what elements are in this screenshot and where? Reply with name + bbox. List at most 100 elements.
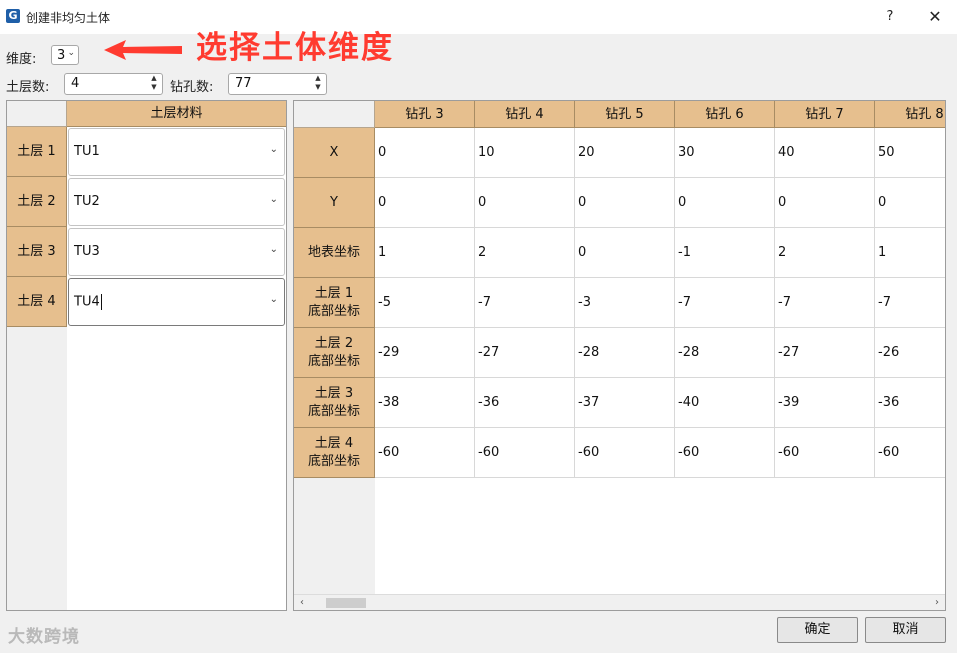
- app-logo-icon: G: [6, 9, 20, 23]
- table-cell[interactable]: -7: [775, 278, 875, 328]
- table-cell[interactable]: 0: [875, 178, 945, 228]
- table-corner: [7, 101, 67, 127]
- dimension-value: 3: [57, 48, 66, 63]
- table-cell[interactable]: 0: [675, 178, 775, 228]
- table-cell[interactable]: -7: [475, 278, 575, 328]
- table-cell[interactable]: 0: [575, 178, 675, 228]
- cancel-button[interactable]: 取消: [865, 617, 946, 643]
- table-cell[interactable]: -37: [575, 378, 675, 428]
- table-cell[interactable]: -60: [675, 428, 775, 478]
- row-header-label: 土层 4 底部坐标: [307, 435, 360, 469]
- table-cell[interactable]: -29: [375, 328, 475, 378]
- material-select[interactable]: TU3 ⌄: [68, 228, 285, 276]
- scrollbar-thumb[interactable]: [326, 598, 366, 608]
- chevron-down-icon: ⌄: [67, 48, 75, 58]
- table-cell[interactable]: -39: [775, 378, 875, 428]
- table-cell[interactable]: -36: [875, 378, 945, 428]
- table-cell[interactable]: -36: [475, 378, 575, 428]
- material-value: TU3: [74, 244, 100, 259]
- chevron-down-icon: ⌄: [269, 244, 278, 255]
- table-cell[interactable]: -3: [575, 278, 675, 328]
- row-header-label: 土层 3 底部坐标: [307, 385, 360, 419]
- table-cell[interactable]: -26: [875, 328, 945, 378]
- table-empty-area: [375, 478, 945, 594]
- spin-arrows-icon[interactable]: ▲ ▼: [313, 74, 323, 92]
- table-cell[interactable]: 40: [775, 128, 875, 178]
- table-cell[interactable]: 20: [575, 128, 675, 178]
- material-select[interactable]: TU4 ⌄: [68, 278, 285, 326]
- table-cell[interactable]: 1: [375, 228, 475, 278]
- table-cell[interactable]: 50: [875, 128, 945, 178]
- annotation-text: 选择土体维度: [196, 30, 394, 66]
- table-empty-area: [7, 327, 67, 610]
- borehole-row-header: 地表坐标: [294, 228, 375, 278]
- table-cell[interactable]: 30: [675, 128, 775, 178]
- table-cell[interactable]: -5: [375, 278, 475, 328]
- table-cell[interactable]: -60: [475, 428, 575, 478]
- horizontal-scrollbar[interactable]: ‹ ›: [294, 594, 945, 610]
- scroll-right-icon[interactable]: ›: [931, 596, 943, 610]
- soil-layers-spinbox[interactable]: 4 ▲ ▼: [64, 73, 163, 95]
- text-caret: [100, 294, 102, 310]
- borehole-column-header: 钻孔 7: [775, 101, 875, 128]
- material-value: TU2: [74, 194, 100, 209]
- table-cell[interactable]: 2: [475, 228, 575, 278]
- table-cell[interactable]: 0: [575, 228, 675, 278]
- boreholes-spinbox[interactable]: 77 ▲ ▼: [228, 73, 327, 95]
- scroll-left-icon[interactable]: ‹: [296, 596, 308, 610]
- table-cell[interactable]: 10: [475, 128, 575, 178]
- table-cell[interactable]: 2: [775, 228, 875, 278]
- table-cell[interactable]: -27: [475, 328, 575, 378]
- table-cell[interactable]: -60: [375, 428, 475, 478]
- table-cell[interactable]: -60: [775, 428, 875, 478]
- table-cell[interactable]: 0: [775, 178, 875, 228]
- help-button[interactable]: ?: [880, 6, 900, 28]
- material-value-editing[interactable]: TU4: [74, 294, 102, 310]
- spin-arrows-icon[interactable]: ▲ ▼: [149, 74, 159, 92]
- row-header-label: 土层 2 底部坐标: [307, 335, 360, 369]
- borehole-column-header: 钻孔 3: [375, 101, 475, 128]
- borehole-table: 钻孔 3 钻孔 4 钻孔 5 钻孔 6 钻孔 7 钻孔 8 X Y 地表坐标 土层 1 底部坐标…: [293, 100, 946, 611]
- table-cell[interactable]: -7: [675, 278, 775, 328]
- dimension-select[interactable]: 3 ⌄: [51, 45, 79, 65]
- borehole-row-header: 土层 4 底部坐标: [294, 428, 375, 478]
- table-cell[interactable]: -38: [375, 378, 475, 428]
- table-cell[interactable]: 0: [475, 178, 575, 228]
- borehole-column-header: 钻孔 4: [475, 101, 575, 128]
- soil-layer-row-header: 土层 1: [7, 127, 67, 177]
- material-select[interactable]: TU2 ⌄: [68, 178, 285, 226]
- title-bar: G 创建非均匀土体 ? ✕: [0, 0, 957, 34]
- borehole-column-header: 钻孔 5: [575, 101, 675, 128]
- chevron-down-icon: ⌄: [269, 144, 278, 155]
- table-cell[interactable]: 0: [375, 178, 475, 228]
- dimension-label: 维度:: [6, 52, 37, 67]
- material-column-header: 土层材料: [67, 101, 286, 127]
- soil-layers-label: 土层数:: [6, 80, 50, 95]
- table-cell[interactable]: -27: [775, 328, 875, 378]
- table-cell[interactable]: 1: [875, 228, 945, 278]
- table-cell[interactable]: -60: [875, 428, 945, 478]
- boreholes-label: 钻孔数:: [170, 80, 214, 95]
- chevron-down-icon: ⌄: [269, 294, 278, 305]
- table-cell[interactable]: -60: [575, 428, 675, 478]
- row-header-label: 土层 1 底部坐标: [307, 285, 360, 319]
- table-cell[interactable]: 0: [375, 128, 475, 178]
- row-header-label: X: [329, 144, 339, 160]
- table-cell[interactable]: -28: [675, 328, 775, 378]
- boreholes-value: 77: [235, 76, 252, 91]
- soil-layer-row-header: 土层 4: [7, 277, 67, 327]
- borehole-row-header: 土层 2 底部坐标: [294, 328, 375, 378]
- close-button[interactable]: ✕: [924, 6, 946, 28]
- table-cell[interactable]: -28: [575, 328, 675, 378]
- table-cell[interactable]: -1: [675, 228, 775, 278]
- chevron-down-icon: ⌄: [269, 194, 278, 205]
- borehole-row-header: 土层 1 底部坐标: [294, 278, 375, 328]
- row-header-label: 地表坐标: [307, 244, 360, 260]
- annotation-arrow-icon: [104, 40, 182, 60]
- material-select[interactable]: TU1 ⌄: [68, 128, 285, 176]
- table-cell[interactable]: -7: [875, 278, 945, 328]
- table-cell[interactable]: -40: [675, 378, 775, 428]
- row-header-label: Y: [330, 194, 338, 210]
- ok-button[interactable]: 确定: [777, 617, 858, 643]
- material-table: 土层材料 土层 1 TU1 ⌄ 土层 2 TU2 ⌄ 土层 3 TU3 ⌄ 土层…: [6, 100, 287, 611]
